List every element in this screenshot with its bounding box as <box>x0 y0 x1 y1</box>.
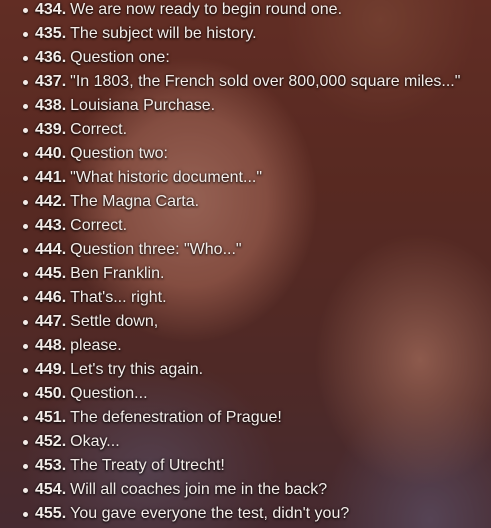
line-text: The Treaty of Utrecht! <box>70 457 225 474</box>
line-text: Ben Franklin. <box>70 265 165 282</box>
line-number: 435. <box>35 25 67 42</box>
list-item: 440. Question two: <box>0 142 491 166</box>
line-number: 434. <box>35 1 67 18</box>
list-item: 443. Correct. <box>0 214 491 238</box>
line-text: Question two: <box>70 145 168 162</box>
line-text: The Magna Carta. <box>70 193 200 210</box>
bullet-icon <box>23 320 28 325</box>
list-item: 436. Question one: <box>0 46 491 70</box>
line-number: 455. <box>35 505 67 522</box>
bullet-icon <box>23 56 28 61</box>
line-number: 440. <box>35 145 67 162</box>
list-item: 447. Settle down, <box>0 310 491 334</box>
list-item: 454. Will all coaches join me in the back… <box>0 478 491 502</box>
line-text: Let's try this again. <box>70 361 204 378</box>
line-number: 454. <box>35 481 67 498</box>
line-number: 436. <box>35 49 67 66</box>
list-item: 451. The defenestration of Prague! <box>0 406 491 430</box>
line-text: "In 1803, the French sold over 800,000 s… <box>70 73 461 90</box>
line-text: Question three: "Who..." <box>70 241 242 258</box>
bullet-icon <box>23 464 28 469</box>
line-number: 442. <box>35 193 67 210</box>
line-number: 445. <box>35 265 67 282</box>
list-item: 448. please. <box>0 334 491 358</box>
line-number: 450. <box>35 385 67 402</box>
line-number: 444. <box>35 241 67 258</box>
line-number: 449. <box>35 361 67 378</box>
line-number: 438. <box>35 97 67 114</box>
list-item: 439. Correct. <box>0 118 491 142</box>
line-text: Will all coaches join me in the back? <box>70 481 328 498</box>
line-number: 447. <box>35 313 67 330</box>
bullet-icon <box>23 152 28 157</box>
bullet-icon <box>23 392 28 397</box>
line-number: 443. <box>35 217 67 234</box>
bullet-icon <box>23 272 28 277</box>
list-item: 438. Louisiana Purchase. <box>0 94 491 118</box>
bullet-icon <box>23 416 28 421</box>
line-text: Correct. <box>70 217 128 234</box>
line-text: Louisiana Purchase. <box>70 97 216 114</box>
line-number: 448. <box>35 337 67 354</box>
list-item: 441. "What historic document..." <box>0 166 491 190</box>
bullet-icon <box>23 488 28 493</box>
line-text: You gave everyone the test, didn't you? <box>70 505 350 522</box>
line-text: please. <box>70 337 122 354</box>
list-item: 444. Question three: "Who..." <box>0 238 491 262</box>
line-text: Question... <box>70 385 148 402</box>
list-item: 446. That's... right. <box>0 286 491 310</box>
list-item: 450. Question... <box>0 382 491 406</box>
line-text: That's... right. <box>70 289 167 306</box>
line-text: The subject will be history. <box>70 25 257 42</box>
bullet-icon <box>23 128 28 133</box>
list-item: 437. "In 1803, the French sold over 800,0… <box>0 70 491 94</box>
line-text: We are now ready to begin round one. <box>70 1 343 18</box>
bullet-icon <box>23 80 28 85</box>
bullet-icon <box>23 344 28 349</box>
bullet-icon <box>23 512 28 517</box>
line-text: Okay... <box>70 433 120 450</box>
list-item: 455. You gave everyone the test, didn't y… <box>0 502 491 526</box>
list-item: 452. Okay... <box>0 430 491 454</box>
transcript-list: 434. We are now ready to begin round one.… <box>0 0 491 526</box>
list-item: 445. Ben Franklin. <box>0 262 491 286</box>
line-number: 446. <box>35 289 67 306</box>
bullet-icon <box>23 104 28 109</box>
line-text: Correct. <box>70 121 128 138</box>
line-text: Question one: <box>70 49 170 66</box>
bullet-icon <box>23 248 28 253</box>
bullet-icon <box>23 296 28 301</box>
line-number: 453. <box>35 457 67 474</box>
line-number: 441. <box>35 169 67 186</box>
bullet-icon <box>23 8 28 13</box>
list-item: 453. The Treaty of Utrecht! <box>0 454 491 478</box>
line-number: 437. <box>35 73 67 90</box>
line-text: The defenestration of Prague! <box>70 409 282 426</box>
bullet-icon <box>23 32 28 37</box>
line-text: Settle down, <box>70 313 159 330</box>
bullet-icon <box>23 200 28 205</box>
line-text: "What historic document..." <box>70 169 263 186</box>
bullet-icon <box>23 224 28 229</box>
line-number: 451. <box>35 409 67 426</box>
line-number: 439. <box>35 121 67 138</box>
list-item: 442. The Magna Carta. <box>0 190 491 214</box>
bullet-icon <box>23 368 28 373</box>
line-number: 452. <box>35 433 67 450</box>
list-item: 435. The subject will be history. <box>0 22 491 46</box>
list-item: 434. We are now ready to begin round one. <box>0 0 491 22</box>
list-item: 449. Let's try this again. <box>0 358 491 382</box>
bullet-icon <box>23 176 28 181</box>
bullet-icon <box>23 440 28 445</box>
